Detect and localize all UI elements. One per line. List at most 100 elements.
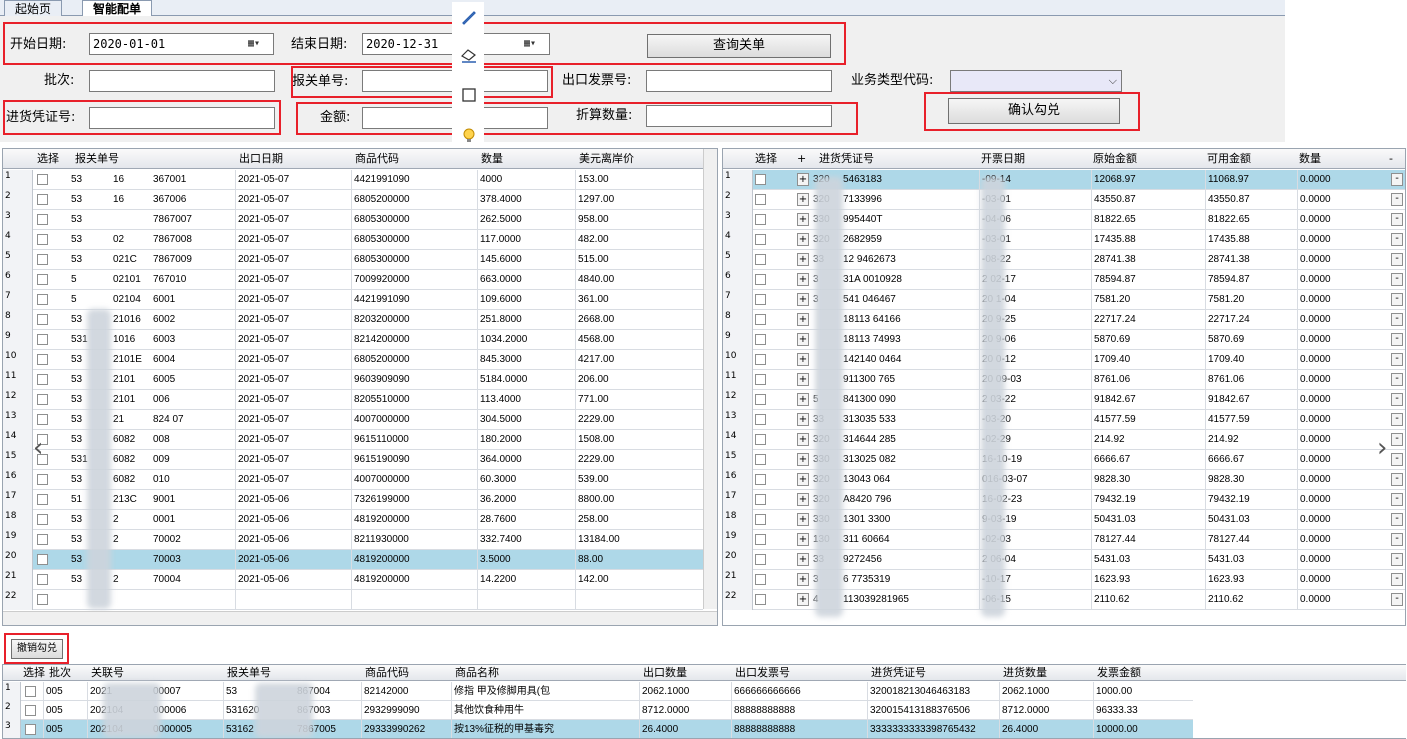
expand-button[interactable]: + xyxy=(797,173,809,186)
tab-smart-matching[interactable]: 智能配单 xyxy=(82,0,153,16)
remove-button[interactable]: - xyxy=(1391,413,1403,426)
expand-button[interactable]: + xyxy=(797,313,809,326)
row-checkbox[interactable] xyxy=(37,494,48,505)
row-checkbox[interactable] xyxy=(755,514,766,525)
rectangle-icon[interactable] xyxy=(458,86,480,108)
remove-button[interactable]: - xyxy=(1391,553,1403,566)
undo-match-button[interactable]: 撤销勾兑 xyxy=(11,639,63,659)
row-checkbox[interactable] xyxy=(37,394,48,405)
remove-button[interactable]: - xyxy=(1391,193,1403,206)
row-checkbox[interactable] xyxy=(37,414,48,425)
biz-type-select[interactable]: ⌵ xyxy=(950,70,1122,92)
chevron-right-icon[interactable]: › xyxy=(1377,435,1387,461)
export-invoice-input[interactable] xyxy=(646,70,832,92)
row-checkbox[interactable] xyxy=(25,724,36,735)
row-checkbox[interactable] xyxy=(37,174,48,185)
row-checkbox[interactable] xyxy=(37,574,48,585)
remove-button[interactable]: - xyxy=(1391,533,1403,546)
remove-button[interactable]: - xyxy=(1391,213,1403,226)
row-checkbox[interactable] xyxy=(755,374,766,385)
row-checkbox[interactable] xyxy=(25,686,36,697)
row-checkbox[interactable] xyxy=(37,514,48,525)
remove-button[interactable]: - xyxy=(1391,453,1403,466)
calendar-dropdown-icon[interactable]: ▦▾ xyxy=(248,37,270,51)
row-checkbox[interactable] xyxy=(37,234,48,245)
row-checkbox[interactable] xyxy=(25,705,36,716)
expand-button[interactable]: + xyxy=(797,473,809,486)
purchase-voucher-input[interactable] xyxy=(89,107,275,129)
expand-button[interactable]: + xyxy=(797,393,809,406)
remove-button[interactable]: - xyxy=(1391,293,1403,306)
row-checkbox[interactable] xyxy=(37,374,48,385)
expand-button[interactable]: + xyxy=(797,253,809,266)
row-checkbox[interactable] xyxy=(37,314,48,325)
row-checkbox[interactable] xyxy=(755,594,766,605)
expand-button[interactable]: + xyxy=(797,233,809,246)
expand-button[interactable]: + xyxy=(797,273,809,286)
vertical-scrollbar[interactable] xyxy=(703,149,717,609)
row-checkbox[interactable] xyxy=(37,474,48,485)
expand-button[interactable]: + xyxy=(797,533,809,546)
expand-button[interactable]: + xyxy=(797,193,809,206)
expand-button[interactable]: + xyxy=(797,413,809,426)
table-row[interactable]: 5 53 021C 7867009 2021-05-07 6805300000 145.60… xyxy=(3,250,703,270)
expand-button[interactable]: + xyxy=(797,593,809,606)
remove-button[interactable]: - xyxy=(1391,333,1403,346)
table-row[interactable]: 3 53 7867007 2021-05-07 6805300000 262.5000 95… xyxy=(3,210,703,230)
remove-button[interactable]: - xyxy=(1391,393,1403,406)
remove-button[interactable]: - xyxy=(1391,173,1403,186)
expand-button[interactable]: + xyxy=(797,553,809,566)
expand-button[interactable]: + xyxy=(797,333,809,346)
chevron-left-icon[interactable]: ‹ xyxy=(33,435,43,461)
table-row[interactable]: 1 005 2021 00007 53 867004 82142000 修指 甲及修脚用具(包… xyxy=(3,682,1193,701)
remove-button[interactable]: - xyxy=(1391,473,1403,486)
row-checkbox[interactable] xyxy=(755,174,766,185)
row-checkbox[interactable] xyxy=(755,554,766,565)
row-checkbox[interactable] xyxy=(755,454,766,465)
row-checkbox[interactable] xyxy=(755,474,766,485)
expand-button[interactable]: + xyxy=(797,453,809,466)
converted-qty-input[interactable] xyxy=(646,105,832,127)
bulb-icon[interactable] xyxy=(458,126,480,148)
remove-button[interactable]: - xyxy=(1391,253,1403,266)
expand-button[interactable]: + xyxy=(797,293,809,306)
remove-button[interactable]: - xyxy=(1391,593,1403,606)
row-checkbox[interactable] xyxy=(755,394,766,405)
row-checkbox[interactable] xyxy=(755,574,766,585)
row-checkbox[interactable] xyxy=(37,594,48,605)
horizontal-scrollbar[interactable] xyxy=(3,611,717,625)
remove-button[interactable]: - xyxy=(1391,353,1403,366)
eraser-icon[interactable] xyxy=(458,46,480,68)
row-checkbox[interactable] xyxy=(37,214,48,225)
calendar-dropdown-icon[interactable]: ▦▾ xyxy=(524,37,546,51)
table-row[interactable]: 2 53 16 367006 2021-05-07 6805200000 378.4000 1… xyxy=(3,190,703,210)
row-checkbox[interactable] xyxy=(755,194,766,205)
row-checkbox[interactable] xyxy=(755,494,766,505)
remove-button[interactable]: - xyxy=(1391,573,1403,586)
table-row[interactable]: 3005202104000000553162786700529333990262… xyxy=(3,720,1193,738)
table-row[interactable]: 6 5 02101 767010 2021-05-07 7009920000 663.000… xyxy=(3,270,703,290)
remove-button[interactable]: - xyxy=(1391,513,1403,526)
row-checkbox[interactable] xyxy=(755,274,766,285)
expand-button[interactable]: + xyxy=(797,513,809,526)
remove-button[interactable]: - xyxy=(1391,493,1403,506)
row-checkbox[interactable] xyxy=(37,354,48,365)
row-checkbox[interactable] xyxy=(755,434,766,445)
brush-icon[interactable] xyxy=(458,8,480,30)
row-checkbox[interactable] xyxy=(755,334,766,345)
remove-button[interactable]: - xyxy=(1391,273,1403,286)
row-checkbox[interactable] xyxy=(37,334,48,345)
row-checkbox[interactable] xyxy=(37,194,48,205)
start-date-picker[interactable]: 2020-01-01 ▦▾ xyxy=(89,33,274,55)
row-checkbox[interactable] xyxy=(755,354,766,365)
row-checkbox[interactable] xyxy=(755,314,766,325)
remove-button[interactable]: - xyxy=(1391,373,1403,386)
row-checkbox[interactable] xyxy=(755,414,766,425)
table-row[interactable]: 7 5 02104 6001 2021-05-07 4421991090 109.6000 3… xyxy=(3,290,703,310)
batch-input[interactable] xyxy=(89,70,275,92)
table-row[interactable]: 20052021040000065316208670032932999090其他… xyxy=(3,701,1193,720)
confirm-match-button[interactable]: 确认勾兑 xyxy=(948,98,1120,124)
expand-button[interactable]: + xyxy=(797,573,809,586)
expand-button[interactable]: + xyxy=(797,373,809,386)
query-customs-button[interactable]: 查询关单 xyxy=(647,34,831,58)
